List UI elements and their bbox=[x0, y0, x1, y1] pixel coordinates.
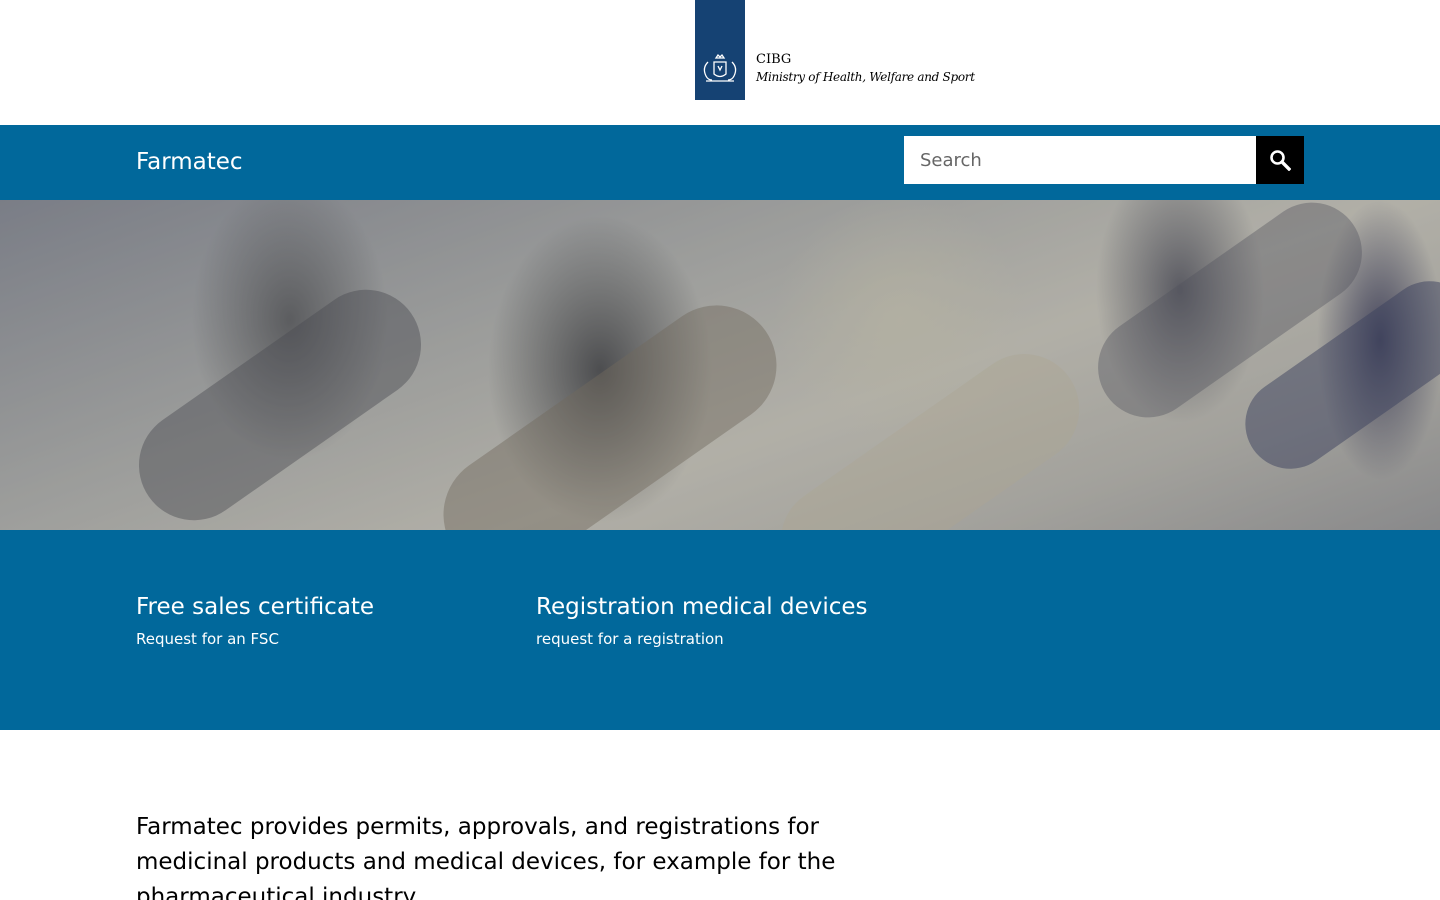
dutch-coat-of-arms-icon bbox=[703, 53, 737, 82]
logo-link[interactable] bbox=[695, 0, 745, 100]
hero-image bbox=[0, 200, 1440, 530]
search-icon bbox=[1270, 150, 1291, 171]
hero-capsule bbox=[419, 281, 801, 530]
search-button[interactable] bbox=[1256, 136, 1304, 184]
organization-name: CIBG bbox=[756, 52, 792, 67]
registration-medical-devices-link[interactable]: Registration medical devices bbox=[536, 590, 916, 624]
link-card-registration: Registration medical devices request for… bbox=[536, 590, 916, 650]
hero-capsule bbox=[1227, 263, 1440, 487]
main-navbar: Farmatec bbox=[0, 125, 1440, 200]
link-card-subtitle: Request for an FSC bbox=[136, 630, 279, 648]
link-card-fsc: Free sales certificate Request for an FS… bbox=[136, 590, 516, 650]
ministry-name: Ministry of Health, Welfare and Sport bbox=[756, 70, 975, 84]
link-card-subtitle: request for a registration bbox=[536, 630, 724, 648]
hero-capsule bbox=[1078, 200, 1382, 437]
quick-links-band: Free sales certificate Request for an FS… bbox=[0, 530, 1440, 730]
hero-capsule bbox=[117, 268, 443, 530]
free-sales-certificate-link[interactable]: Free sales certificate bbox=[136, 590, 516, 624]
logo-bar: CIBG Ministry of Health, Welfare and Spo… bbox=[0, 0, 1440, 125]
search-input[interactable] bbox=[904, 136, 1256, 184]
logo-text: CIBG Ministry of Health, Welfare and Spo… bbox=[756, 52, 975, 86]
hero-capsule bbox=[759, 332, 1101, 530]
search-form bbox=[904, 136, 1304, 184]
site-name-link[interactable]: Farmatec bbox=[136, 125, 243, 200]
intro-paragraph: Farmatec provides permits, approvals, an… bbox=[136, 814, 836, 900]
site-header: CIBG Ministry of Health, Welfare and Spo… bbox=[0, 0, 1440, 200]
intro-section: Farmatec provides permits, approvals, an… bbox=[0, 730, 1440, 900]
